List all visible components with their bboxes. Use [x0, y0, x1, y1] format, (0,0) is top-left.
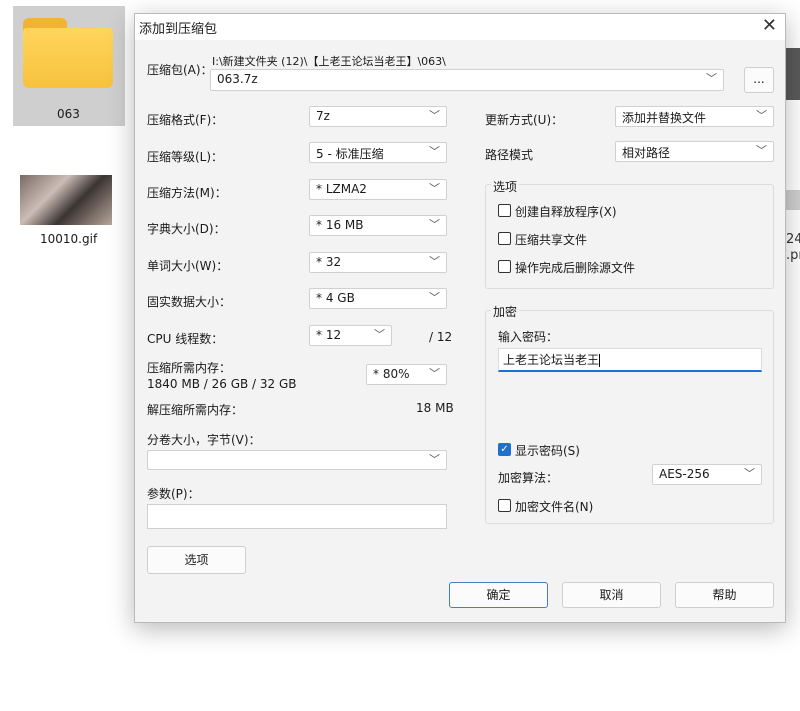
- chevron-down-icon: ﹀: [429, 291, 440, 304]
- path-mode-label: 路径模式: [485, 148, 534, 162]
- format-label: 压缩格式(F)：: [147, 113, 224, 127]
- level-label: 压缩等级(L)：: [147, 150, 224, 164]
- params-label: 参数(P)：: [147, 487, 200, 501]
- browse-button[interactable]: ...: [744, 67, 774, 93]
- partial-thumbnail-2: [786, 190, 800, 210]
- mem-percent-select[interactable]: * 80% ﹀: [366, 364, 447, 385]
- level-value: 5 - 标准压缩: [316, 147, 384, 161]
- decomp-value: 18 MB: [416, 401, 454, 415]
- path-mode-value: 相对路径: [622, 146, 671, 160]
- folder-icon: [23, 18, 113, 88]
- cpu-total: / 12: [429, 330, 453, 344]
- format-select[interactable]: 7z ﹀: [309, 106, 447, 127]
- path-mode-select[interactable]: 相对路径 ﹀: [615, 141, 774, 162]
- update-value: 添加并替换文件: [622, 111, 707, 125]
- solid-value: * 4 GB: [316, 291, 355, 305]
- archive-path: I:\新建文件夹 (12)\【上老王论坛当老王】\063\: [212, 55, 446, 68]
- delete-checkbox[interactable]: [498, 260, 511, 273]
- sfx-checkbox[interactable]: [498, 204, 511, 217]
- word-select[interactable]: * 32 ﹀: [309, 252, 447, 273]
- desktop-folder-063[interactable]: 063: [13, 6, 125, 126]
- gif-thumbnail[interactable]: [20, 175, 112, 225]
- password-input[interactable]: 上老王论坛当老王: [498, 348, 762, 372]
- enter-password-label: 输入密码：: [498, 330, 559, 344]
- cpu-label: CPU 线程数：: [147, 332, 224, 346]
- close-icon[interactable]: ✕: [762, 15, 777, 36]
- desktop-folder-label: 063: [57, 107, 80, 121]
- chevron-down-icon: ﹀: [429, 218, 440, 231]
- update-label: 更新方式(U)：: [485, 113, 564, 127]
- options-button[interactable]: 选项: [147, 546, 246, 574]
- update-select[interactable]: 添加并替换文件 ﹀: [615, 106, 774, 127]
- encrypt-names-checkbox[interactable]: [498, 499, 511, 512]
- delete-label: 操作完成后删除源文件: [515, 261, 636, 275]
- chevron-down-icon: ﹀: [744, 467, 755, 480]
- dialog-title: 添加到压缩包: [139, 22, 218, 37]
- method-label: 压缩方法(M)：: [147, 186, 227, 200]
- method-value: * LZMA2: [316, 182, 367, 196]
- chevron-down-icon: ﹀: [374, 328, 385, 341]
- dict-value: * 16 MB: [316, 218, 364, 232]
- show-password-checkbox[interactable]: ✓: [498, 443, 511, 456]
- partial-thumbnail: [786, 48, 800, 100]
- add-to-archive-dialog: 添加到压缩包 ✕ 压缩包(A)： I:\新建文件夹 (12)\【上老王论坛当老王…: [134, 13, 786, 623]
- cpu-value: * 12: [316, 328, 342, 342]
- word-value: * 32: [316, 255, 342, 269]
- show-password-label: 显示密码(S): [515, 444, 580, 458]
- mem-label: 压缩所需内存：: [147, 361, 232, 375]
- chevron-down-icon: ﹀: [429, 182, 440, 195]
- cpu-select[interactable]: * 12 ﹀: [309, 325, 392, 346]
- text-caret: [599, 354, 601, 367]
- partial-file-label-2: .pı: [786, 248, 800, 263]
- params-input[interactable]: [147, 504, 447, 529]
- method-select[interactable]: * LZMA2 ﹀: [309, 179, 447, 200]
- enc-method-label: 加密算法：: [498, 471, 559, 485]
- enc-method-select[interactable]: AES-256 ﹀: [652, 464, 762, 485]
- shared-label: 压缩共享文件: [515, 233, 588, 247]
- chevron-down-icon: ﹀: [756, 109, 767, 122]
- solid-select[interactable]: * 4 GB ﹀: [309, 288, 447, 309]
- cancel-button[interactable]: 取消: [562, 582, 661, 608]
- archive-name-value: 063.7z: [217, 72, 258, 86]
- shared-checkbox[interactable]: [498, 232, 511, 245]
- format-value: 7z: [316, 109, 330, 123]
- volume-combo[interactable]: ﹀: [147, 450, 447, 470]
- archive-label: 压缩包(A)：: [147, 63, 213, 77]
- chevron-down-icon: ﹀: [429, 453, 440, 466]
- sfx-label: 创建自释放程序(X): [515, 205, 617, 219]
- chevron-down-icon: ﹀: [429, 255, 440, 268]
- chevron-down-icon: ﹀: [429, 367, 440, 380]
- chevron-down-icon: ﹀: [429, 109, 440, 122]
- dict-select[interactable]: * 16 MB ﹀: [309, 215, 447, 236]
- mem-percent-value: * 80%: [373, 367, 410, 381]
- chevron-down-icon: ﹀: [706, 72, 717, 85]
- help-button[interactable]: 帮助: [675, 582, 774, 608]
- archive-name-combo[interactable]: 063.7z ﹀: [210, 69, 724, 91]
- level-select[interactable]: 5 - 标准压缩 ﹀: [309, 142, 447, 163]
- encryption-group-title: 加密: [491, 303, 520, 320]
- ok-button[interactable]: 确定: [449, 582, 548, 608]
- chevron-down-icon: ﹀: [429, 145, 440, 158]
- dialog-titlebar: 添加到压缩包 ✕: [135, 14, 785, 40]
- chevron-down-icon: ﹀: [756, 144, 767, 157]
- password-value: 上老王论坛当老王: [503, 353, 600, 367]
- decomp-label: 解压缩所需内存：: [147, 403, 244, 417]
- mem-value: 1840 MB / 26 GB / 32 GB: [147, 377, 297, 391]
- encrypt-names-label: 加密文件名(N): [515, 500, 594, 514]
- checkmark-icon: ✓: [500, 444, 509, 455]
- volume-label: 分卷大小，字节(V)：: [147, 433, 261, 447]
- options-group-title: 选项: [491, 178, 520, 195]
- partial-file-label: 24(: [786, 232, 800, 247]
- dict-label: 字典大小(D)：: [147, 222, 226, 236]
- desktop-file-label: 10010.gif: [40, 232, 98, 246]
- enc-method-value: AES-256: [659, 467, 710, 481]
- word-label: 单词大小(W)：: [147, 259, 229, 273]
- solid-label: 固实数据大小：: [147, 295, 232, 309]
